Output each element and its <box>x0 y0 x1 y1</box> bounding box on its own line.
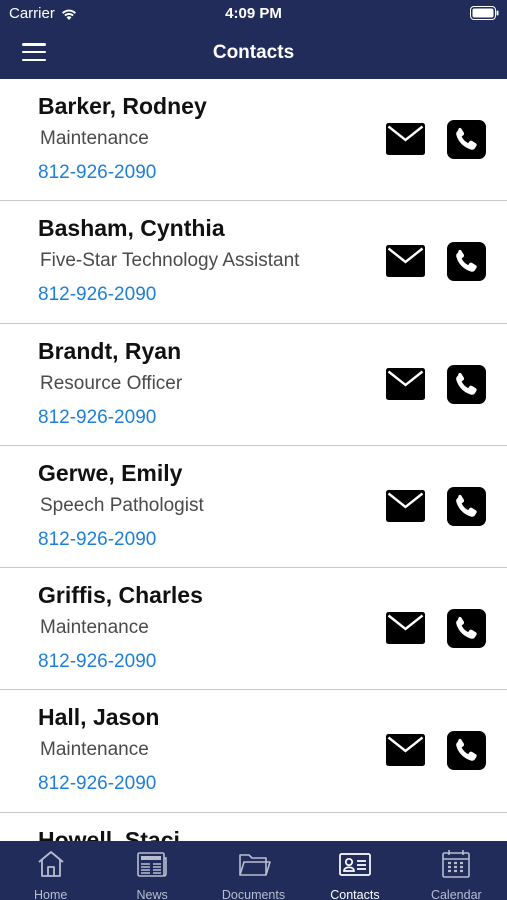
tab-calendar[interactable]: Calendar <box>406 841 507 900</box>
phone-icon[interactable] <box>447 120 486 159</box>
phone-icon[interactable] <box>447 609 486 649</box>
contact-phone-link[interactable]: 812-926-2090 <box>38 651 156 673</box>
status-time: 4:09 PM <box>225 5 282 22</box>
contact-row[interactable]: Griffis, Charles Maintenance 812-926-2090 <box>0 568 507 691</box>
contact-phone-link[interactable]: 812-926-2090 <box>38 284 156 306</box>
tab-contacts[interactable]: Contacts <box>304 841 405 900</box>
tab-label: Calendar <box>430 888 482 900</box>
tab-label: Contacts <box>330 888 380 900</box>
contact-name: Basham, Cynthia <box>38 215 225 242</box>
contact-name: Barker, Rodney <box>38 93 207 119</box>
contact-row[interactable]: Brandt, Ryan Resource Officer 812-926-2090 <box>0 323 507 446</box>
contact-name: Howell, Staci <box>38 826 180 841</box>
contact-title: Five-Star Technology Assistant <box>40 250 300 272</box>
contact-row[interactable]: Barker, Rodney Maintenance 812-926-2090 <box>0 79 507 202</box>
email-icon[interactable] <box>386 489 425 522</box>
folder-icon <box>237 847 271 886</box>
contact-name: Gerwe, Emily <box>38 459 183 486</box>
contact-phone-link[interactable]: 812-926-2090 <box>38 529 156 551</box>
app-header: Carrier 4:09 PM Contacts <box>0 0 507 79</box>
email-icon[interactable] <box>386 123 425 155</box>
contact-title: Maintenance <box>40 617 149 639</box>
contact-list[interactable]: Barker, Rodney Maintenance 812-926-2090 Bas… <box>0 79 507 841</box>
calendar-icon <box>439 847 473 886</box>
tab-home[interactable]: Home <box>0 841 101 900</box>
contact-phone-link[interactable]: 812-926-2090 <box>38 773 156 795</box>
contact-row[interactable]: Hall, Jason Maintenance 812-926-2090 <box>0 690 507 813</box>
contact-name: Griffis, Charles <box>38 582 203 609</box>
tab-documents[interactable]: Documents <box>203 841 304 900</box>
contact-phone-link[interactable]: 812-926-2090 <box>38 162 156 184</box>
battery-icon <box>470 6 499 20</box>
contact-row[interactable]: Howell, Staci <box>0 812 507 841</box>
status-bar: Carrier 4:09 PM <box>0 0 507 28</box>
contact-phone-link[interactable]: 812-926-2090 <box>38 407 156 429</box>
tab-label: News <box>136 888 168 900</box>
tab-bar: Home News Documents Contacts Calendar <box>0 841 507 900</box>
contact-title: Maintenance <box>40 739 149 761</box>
contact-title: Speech Pathologist <box>40 494 204 516</box>
email-icon[interactable] <box>386 245 425 278</box>
nav-bar: Contacts <box>0 28 507 79</box>
tab-label: Home <box>34 888 68 900</box>
contact-row[interactable]: Basham, Cynthia Five-Star Technology Assi… <box>0 201 507 324</box>
phone-icon[interactable] <box>447 486 486 526</box>
news-icon <box>135 847 169 886</box>
home-icon <box>34 847 68 886</box>
phone-icon[interactable] <box>447 242 486 282</box>
tab-news[interactable]: News <box>101 841 202 900</box>
email-icon[interactable] <box>386 612 425 645</box>
contact-title: Maintenance <box>40 128 149 149</box>
email-icon[interactable] <box>386 734 425 767</box>
contact-row[interactable]: Gerwe, Emily Speech Pathologist 812-926-20… <box>0 445 507 569</box>
contact-name: Brandt, Ryan <box>38 337 182 364</box>
phone-icon[interactable] <box>447 731 486 771</box>
tab-label: Documents <box>221 888 286 900</box>
email-icon[interactable] <box>386 367 425 400</box>
phone-icon[interactable] <box>447 364 486 404</box>
page-title: Contacts <box>212 42 295 63</box>
contact-title: Resource Officer <box>40 372 183 394</box>
contact-name: Hall, Jason <box>38 704 160 731</box>
contact-card-icon <box>338 847 372 886</box>
